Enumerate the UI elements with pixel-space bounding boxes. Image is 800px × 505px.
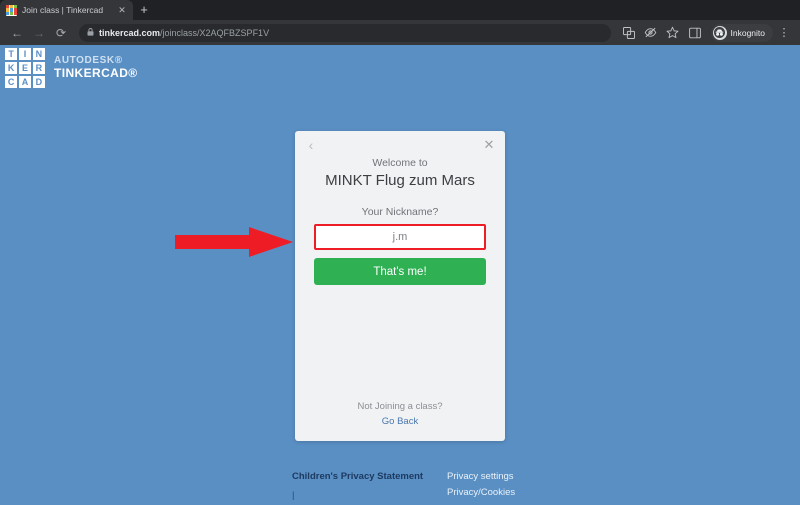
address-bar-url: tinkercad.com/joinclass/X2AQFBZSPF1V <box>99 28 269 38</box>
logo-tile: A <box>18 75 32 88</box>
close-icon[interactable]: ✕ <box>479 135 499 155</box>
incognito-profile-chip[interactable]: Inkognito <box>710 23 773 42</box>
side-panel-icon[interactable] <box>685 23 705 43</box>
tinkercad-brand-logo[interactable]: T I N K E R C A D AUTODESK® TINKERCAD® <box>5 48 138 88</box>
childrens-privacy-statement-link[interactable]: Children's Privacy Statement <box>292 469 435 485</box>
logo-tile: C <box>5 75 18 88</box>
thats-me-submit-button[interactable]: That's me! <box>314 258 486 285</box>
page-footer: Children's Privacy Statement | Privacy s… <box>292 469 542 504</box>
nickname-label: Your Nickname? <box>361 206 439 218</box>
url-path: /joinclass/X2AQFBZSPF1V <box>160 27 270 38</box>
page-content: T I N K E R C A D AUTODESK® TINKERCAD® ‹… <box>0 45 800 505</box>
class-title: MINKT Flug zum Mars <box>325 172 475 189</box>
nickname-input[interactable] <box>314 224 486 250</box>
incognito-label: Inkognito <box>730 27 766 38</box>
eye-slash-icon[interactable] <box>641 23 661 43</box>
go-back-link[interactable]: Go Back <box>295 416 505 427</box>
back-button-icon[interactable]: ← <box>7 23 27 43</box>
privacy-cookies-link[interactable]: Privacy/Cookies <box>447 485 515 501</box>
logo-tile: E <box>18 61 32 75</box>
back-chevron-icon[interactable]: ‹ <box>301 135 321 155</box>
forward-button-icon[interactable]: → <box>29 23 49 43</box>
logo-tile: N <box>32 48 45 61</box>
incognito-avatar-icon <box>712 25 727 40</box>
not-joining-label: Not Joining a class? <box>357 401 443 412</box>
logo-tile: I <box>18 48 32 61</box>
address-bar[interactable]: tinkercad.com/joinclass/X2AQFBZSPF1V <box>79 23 611 42</box>
logo-tile: K <box>5 61 18 75</box>
red-arrow-annotation <box>175 225 293 259</box>
new-tab-button[interactable]: + <box>133 0 155 20</box>
logo-tile: D <box>32 75 45 88</box>
welcome-label: Welcome to <box>372 157 428 169</box>
logo-tile: T <box>5 48 18 61</box>
url-host: tinkercad.com <box>99 27 161 38</box>
footer-left-column: Children's Privacy Statement | <box>292 469 435 504</box>
tab-close-icon[interactable]: ✕ <box>117 0 127 20</box>
privacy-settings-link[interactable]: Privacy settings <box>447 469 515 485</box>
footer-separator: | <box>292 490 295 501</box>
logo-tile: R <box>32 61 45 75</box>
footer-right-column: Privacy settings Privacy/Cookies <box>447 469 515 501</box>
browser-tab[interactable]: Join class | Tinkercad ✕ <box>0 0 133 20</box>
tab-strip: Join class | Tinkercad ✕ + <box>0 0 800 20</box>
join-class-modal: ‹ ✕ Welcome to MINKT Flug zum Mars Your … <box>295 131 505 441</box>
browser-chrome: Join class | Tinkercad ✕ + ← → ⟳ tinkerc… <box>0 0 800 45</box>
translate-icon[interactable] <box>619 23 639 43</box>
tab-title: Join class | Tinkercad <box>22 5 104 15</box>
browser-toolbar: ← → ⟳ tinkercad.com/joinclass/X2AQFBZSPF… <box>0 20 800 45</box>
reload-button-icon[interactable]: ⟳ <box>51 23 71 43</box>
browser-menu-icon[interactable]: ⋮ <box>775 23 793 43</box>
tinkercad-favicon <box>6 4 17 16</box>
lock-icon <box>87 27 94 38</box>
bookmark-star-icon[interactable] <box>663 23 683 43</box>
tinkercad-wordmark: TINKERCAD® <box>54 65 138 80</box>
tinkercad-logo-grid-icon: T I N K E R C A D <box>5 48 45 88</box>
brand-wordmark: AUTODESK® TINKERCAD® <box>54 55 138 80</box>
